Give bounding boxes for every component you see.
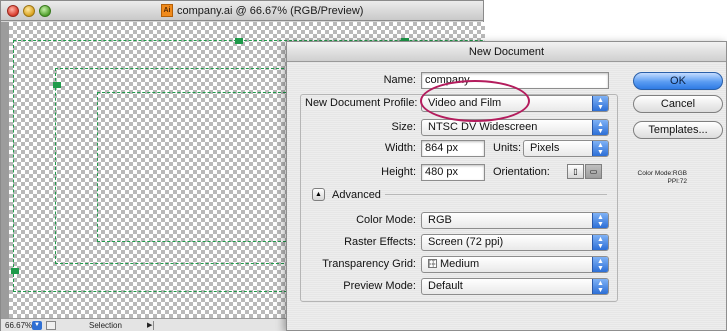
- color-mode-label: Color Mode:: [356, 214, 416, 226]
- cancel-button[interactable]: Cancel: [633, 95, 723, 113]
- navigator-icon[interactable]: [46, 321, 56, 330]
- orientation-label: Orientation:: [493, 166, 550, 178]
- portrait-orientation-button[interactable]: ▯: [567, 164, 584, 179]
- select-stepper-icon: ▲ ▼: [592, 213, 608, 228]
- zoom-dropdown-icon[interactable]: ▼: [32, 321, 42, 330]
- dialog-title: New Document: [287, 42, 726, 62]
- height-label: Height:: [381, 166, 416, 178]
- transparency-grid-select[interactable]: Medium ▲ ▼: [421, 256, 609, 273]
- status-tool-text: Selection: [89, 321, 122, 330]
- raster-effects-label: Raster Effects:: [344, 236, 416, 248]
- size-label: Size:: [391, 121, 416, 133]
- document-info: Color Mode:RGB PPI:72: [627, 170, 688, 186]
- units-select[interactable]: Pixels ▲ ▼: [523, 140, 609, 157]
- preview-mode-select[interactable]: Default ▲ ▼: [421, 278, 609, 295]
- select-stepper-icon: ▲ ▼: [592, 257, 608, 272]
- profile-label: New Document Profile:: [303, 97, 420, 109]
- color-mode-select[interactable]: RGB ▲ ▼: [421, 212, 609, 229]
- height-input[interactable]: 480 px: [421, 164, 485, 181]
- select-stepper-icon: ▲ ▼: [592, 279, 608, 294]
- advanced-label: Advanced: [332, 189, 381, 201]
- width-input[interactable]: 864 px: [421, 140, 485, 157]
- transparency-grid-label: Transparency Grid:: [322, 258, 416, 270]
- annotation-highlight-ellipse: [420, 80, 530, 122]
- preview-mode-label: Preview Mode:: [343, 280, 416, 292]
- illustrator-file-icon: Ai: [161, 4, 173, 17]
- units-select-value: Pixels: [530, 142, 560, 154]
- close-window-button[interactable]: [7, 5, 19, 17]
- size-select-value: NTSC DV Widescreen: [428, 121, 538, 133]
- document-titlebar[interactable]: Ai company.ai @ 66.67% (RGB/Preview): [1, 1, 483, 21]
- raster-effects-select-value: Screen (72 ppi): [428, 236, 504, 248]
- width-label: Width:: [384, 142, 416, 154]
- units-label: Units:: [493, 142, 522, 154]
- info-ppi: PPI:72: [667, 178, 687, 185]
- select-stepper-icon: ▲ ▼: [592, 235, 608, 250]
- raster-effects-select[interactable]: Screen (72 ppi) ▲ ▼: [421, 234, 609, 251]
- zoom-window-button[interactable]: [39, 5, 51, 17]
- document-title-text: company.ai @ 66.67% (RGB/Preview): [177, 4, 364, 17]
- templates-button[interactable]: Templates...: [633, 121, 723, 139]
- info-color-mode: Color Mode:RGB: [637, 170, 688, 177]
- name-label: Name:: [383, 74, 416, 86]
- advanced-divider: [385, 194, 607, 195]
- landscape-orientation-button[interactable]: ▭: [585, 164, 602, 179]
- transparency-grid-select-value: Medium: [440, 258, 480, 270]
- screen: Ai company.ai @ 66.67% (RGB/Preview) 66.…: [0, 0, 727, 331]
- zoom-level[interactable]: 66.67%: [5, 321, 32, 330]
- preview-mode-select-value: Default: [428, 280, 463, 292]
- select-stepper-icon: ▲ ▼: [592, 120, 608, 135]
- select-stepper-icon: ▲ ▼: [592, 96, 608, 111]
- guide-marker: [235, 38, 243, 44]
- size-select[interactable]: NTSC DV Widescreen ▲ ▼: [421, 119, 609, 136]
- document-title: Ai company.ai @ 66.67% (RGB/Preview): [161, 4, 363, 17]
- select-stepper-icon: ▲ ▼: [592, 141, 608, 156]
- guide-marker: [11, 268, 19, 274]
- ok-button[interactable]: OK: [633, 72, 723, 90]
- checkerboard-swatch-icon: [428, 259, 437, 268]
- color-mode-select-value: RGB: [428, 214, 452, 226]
- guide-marker: [53, 82, 61, 88]
- status-menu-arrow-icon[interactable]: ▶: [147, 321, 152, 329]
- left-ruler: [1, 22, 9, 318]
- advanced-disclosure-button[interactable]: ▲: [312, 188, 325, 201]
- minimize-window-button[interactable]: [23, 5, 35, 17]
